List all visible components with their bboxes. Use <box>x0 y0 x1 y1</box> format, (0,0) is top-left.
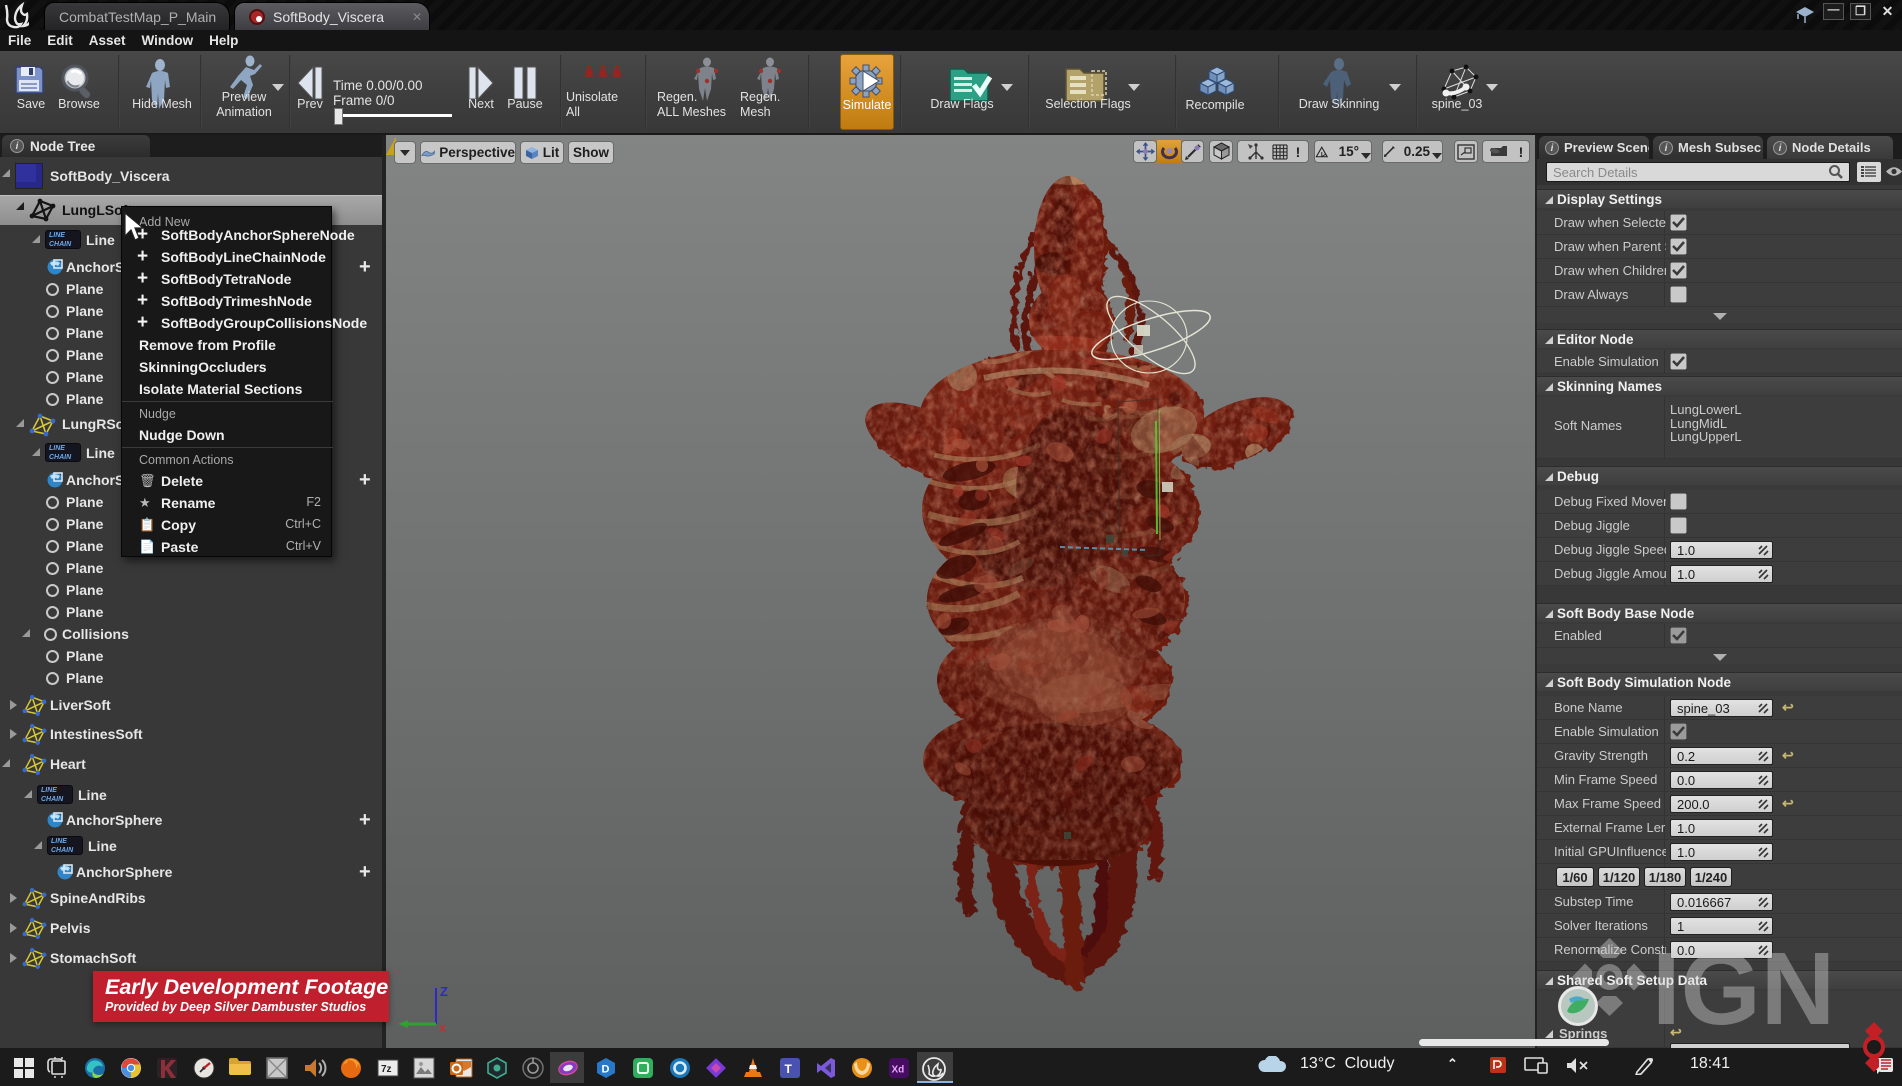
svg-text:7z: 7z <box>381 1064 392 1075</box>
svg-text:Z: Z <box>440 984 448 999</box>
svg-text:T: T <box>785 1062 793 1076</box>
svg-text:Xd: Xd <box>892 1065 905 1076</box>
svg-text:x: x <box>439 1020 447 1032</box>
svg-text:D: D <box>602 1064 610 1076</box>
